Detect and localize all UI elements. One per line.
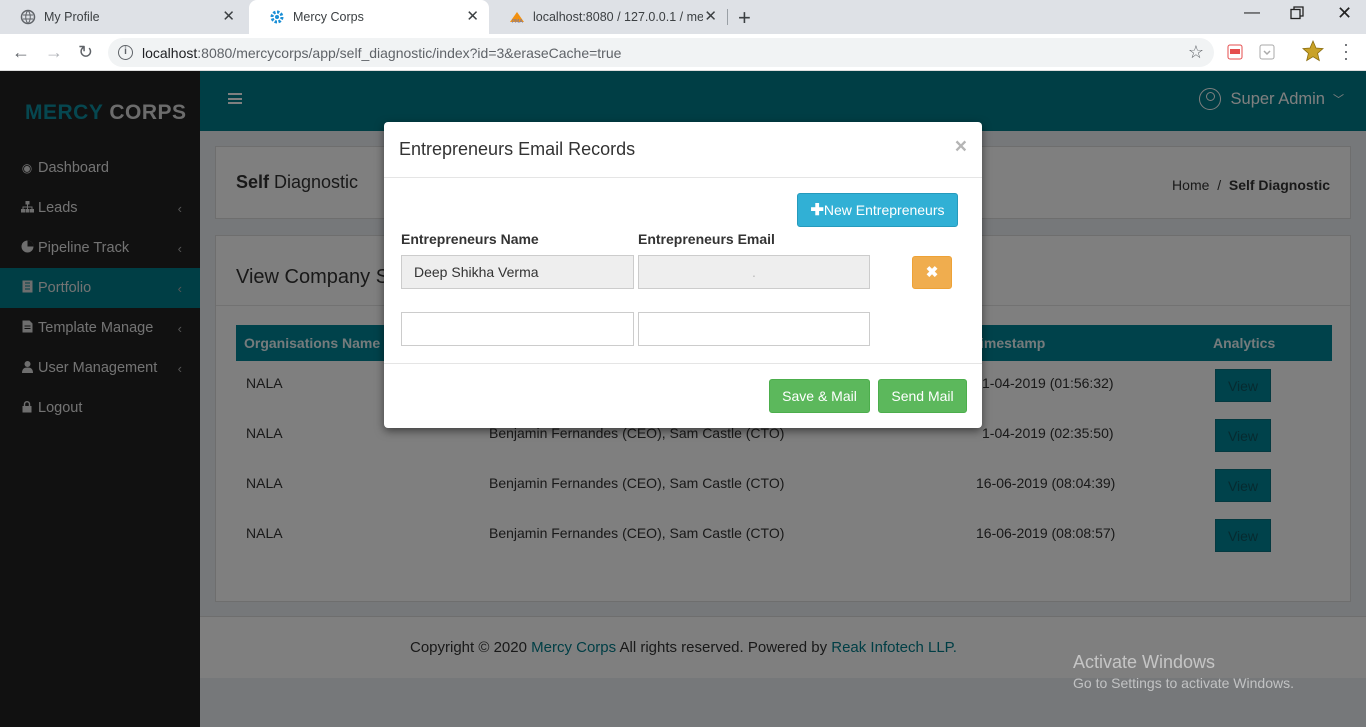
address-bar: ← → ↻ i localhost:8080/mercycorps/app/se… [0, 34, 1366, 71]
tab-phpmyadmin[interactable]: PMA localhost:8080 / 127.0.0.1 / mercy ✕ [489, 0, 727, 34]
new-tab-icon[interactable]: + [738, 5, 751, 31]
tab-title: Mercy Corps [293, 10, 364, 24]
new-entrepreneurs-label: New Entrepreneurs [823, 202, 945, 218]
reload-icon[interactable]: ↻ [78, 42, 93, 63]
phpmyadmin-icon: PMA [509, 9, 525, 25]
url-host: localhost [142, 44, 198, 61]
url-path: :8080/mercycorps/app/self_diagnostic/ind… [197, 44, 622, 61]
tab-title: localhost:8080 / 127.0.0.1 / mercy [533, 10, 703, 24]
browser-menu-icon[interactable]: · · · [1343, 35, 1349, 67]
new-email-input[interactable] [638, 312, 870, 346]
star-extension-icon[interactable] [1302, 39, 1324, 62]
bookmark-star-icon[interactable]: ☆ [1188, 42, 1204, 63]
entrepreneur-name-field[interactable]: Deep Shikha Verma [401, 255, 634, 289]
tab-my-profile[interactable]: My Profile ✕ [0, 0, 245, 34]
modal-title: Entrepreneurs Email Records [399, 139, 636, 159]
info-icon[interactable]: i [118, 45, 133, 60]
close-tab-icon[interactable]: ✕ [222, 9, 235, 25]
entrepreneur-email-field[interactable]: . [638, 255, 870, 289]
svg-text:PMA: PMA [512, 19, 523, 25]
modal-footer-divider [384, 363, 982, 364]
plus-icon: ✚ [810, 202, 824, 219]
tab-mercy-corps[interactable]: Mercy Corps ✕ [249, 0, 489, 34]
minimize-icon[interactable]: — [1244, 4, 1260, 22]
close-tab-icon[interactable]: ✕ [704, 9, 717, 25]
restore-icon[interactable] [1290, 6, 1304, 25]
new-entrepreneurs-button[interactable]: ✚New Entrepreneurs [797, 193, 958, 227]
gear-icon [269, 9, 285, 25]
send-mail-button[interactable]: Send Mail [878, 379, 967, 413]
remove-entry-button[interactable]: ✖ [912, 256, 952, 289]
back-icon[interactable]: ← [12, 42, 30, 63]
pocket-extension-icon[interactable] [1258, 43, 1276, 61]
watermark-line1: Activate Windows [1073, 652, 1216, 672]
browser-tab-bar: My Profile ✕ Mercy Corps ✕ PMA localhost… [0, 0, 1366, 34]
column-header-email: Entrepreneurs Email [638, 231, 775, 247]
new-name-input[interactable] [401, 312, 634, 346]
url-input[interactable]: i localhost:8080/mercycorps/app/self_dia… [108, 38, 1214, 67]
forward-icon[interactable]: → [45, 42, 63, 63]
modal-divider [384, 177, 982, 178]
windows-activation-watermark: Activate Windows Go to Settings to activ… [1073, 652, 1294, 691]
close-tab-icon[interactable]: ✕ [466, 9, 479, 25]
close-icon[interactable]: × [955, 135, 967, 159]
close-window-icon[interactable]: ✕ [1337, 3, 1352, 24]
pdf-extension-icon[interactable] [1226, 43, 1244, 61]
save-and-mail-button[interactable]: Save & Mail [769, 379, 870, 413]
tab-separator [727, 9, 728, 25]
watermark-line2: Go to Settings to activate Windows. [1073, 675, 1294, 691]
times-icon: ✖ [925, 264, 939, 281]
globe-icon [20, 9, 36, 25]
entrepreneurs-email-modal: Entrepreneurs Email Records × ✚New Entre… [384, 122, 982, 428]
tab-title: My Profile [44, 10, 100, 24]
column-header-name: Entrepreneurs Name [401, 231, 539, 247]
